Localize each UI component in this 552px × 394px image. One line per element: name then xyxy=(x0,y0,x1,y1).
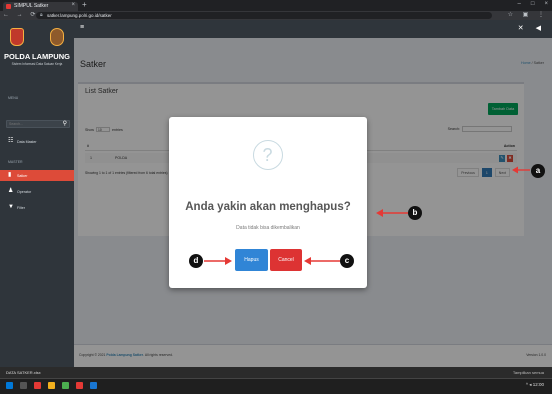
os-taskbar: DATA SATKER.xlsx Tampilkan semua ^ ◂ 12:… xyxy=(0,367,552,394)
search-app-icon[interactable] xyxy=(20,382,27,389)
show-all-downloads[interactable]: Tampilkan semua xyxy=(513,370,544,375)
annotation-marker-d: d xyxy=(189,254,203,268)
screenshot: SIMPUL Satker × + – □ × ← → ⟳ 🔒︎ satker.… xyxy=(0,0,552,394)
arrow-d-head xyxy=(225,257,232,265)
annotation-arrows xyxy=(204,166,530,265)
start-icon[interactable] xyxy=(6,382,13,389)
app-icon[interactable] xyxy=(34,382,41,389)
system-tray[interactable]: ^ ◂ 12:00 xyxy=(526,382,544,388)
app-icon[interactable] xyxy=(90,382,97,389)
chrome-icon[interactable] xyxy=(62,382,69,389)
taskbar-apps xyxy=(6,382,97,389)
app-icon[interactable] xyxy=(76,382,83,389)
download-bar: DATA SATKER.xlsx Tampilkan semua xyxy=(0,367,552,379)
annotation-marker-a: a xyxy=(531,164,545,178)
arrow-a-head xyxy=(512,166,518,174)
arrow-b-head xyxy=(376,209,383,217)
download-item[interactable]: DATA SATKER.xlsx xyxy=(6,370,41,375)
annotation-marker-b: b xyxy=(408,206,422,220)
arrow-c-head xyxy=(304,257,311,265)
annotation-marker-c: c xyxy=(340,254,354,268)
folder-icon[interactable] xyxy=(48,382,55,389)
